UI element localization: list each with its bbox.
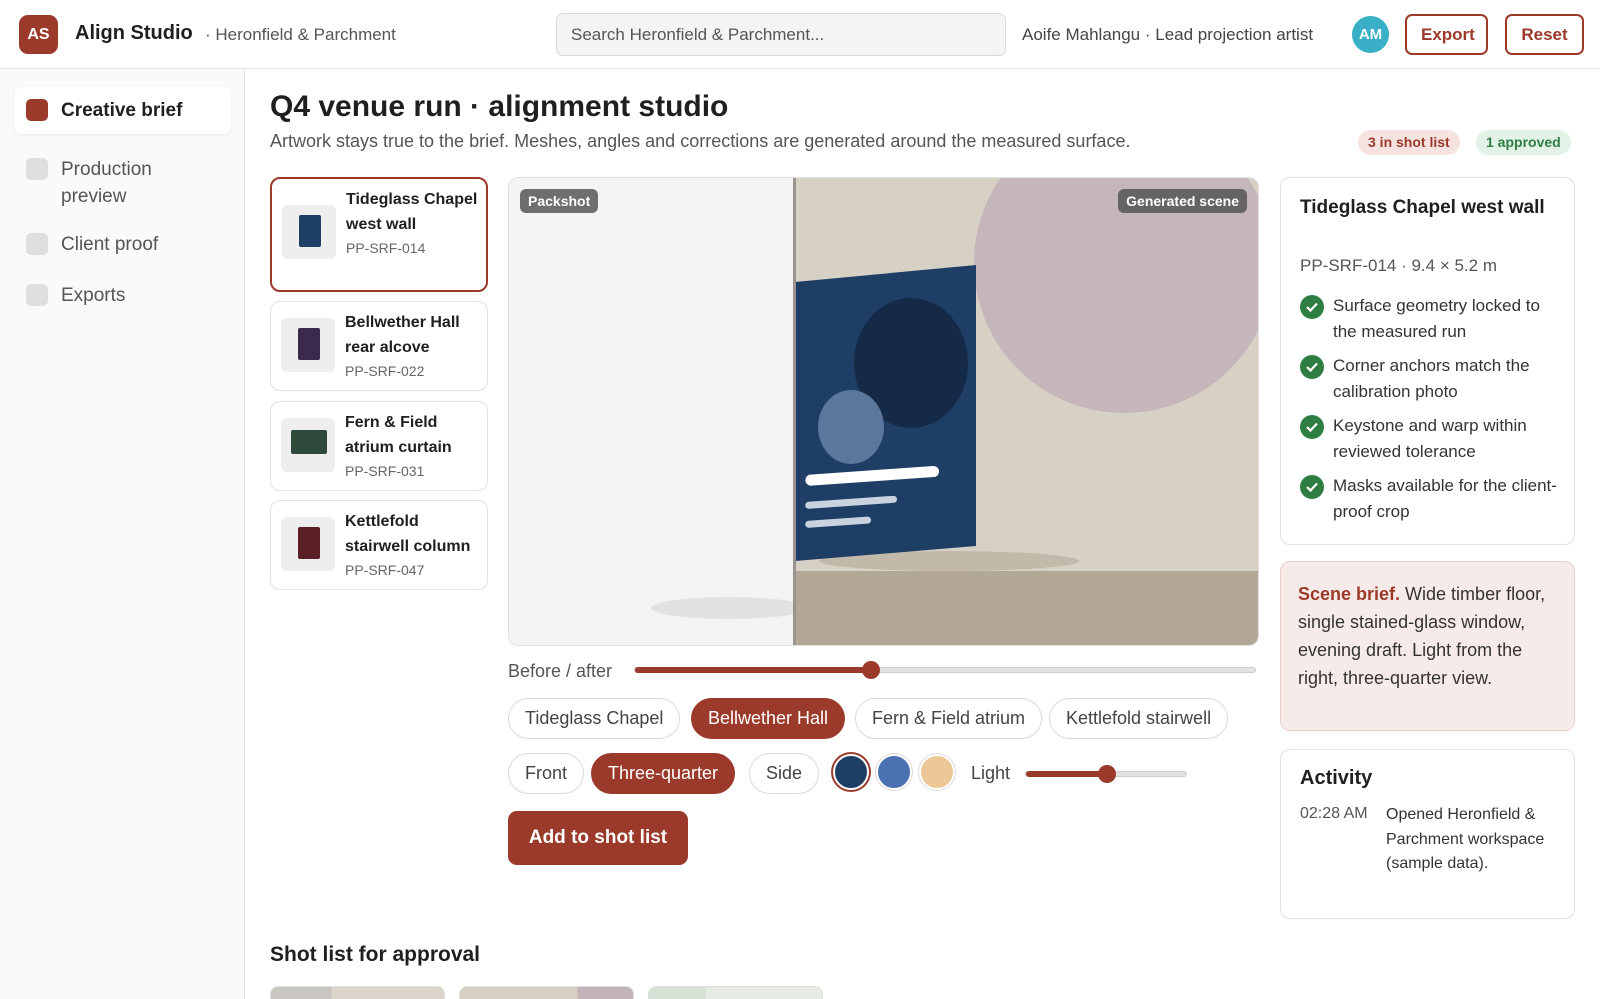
nav-marker-icon bbox=[26, 233, 48, 255]
before-after-divider[interactable] bbox=[793, 178, 796, 645]
preview-stage[interactable]: Packshot Generated scene bbox=[508, 177, 1259, 646]
details-meta: PP-SRF-014 · 9.4 × 5.2 m bbox=[1300, 256, 1497, 275]
banner-thumb-icon bbox=[281, 418, 335, 472]
sidebar-item-creative-brief[interactable]: Creative brief bbox=[14, 87, 231, 134]
before-after-slider[interactable] bbox=[634, 661, 1256, 679]
angle-pill-side[interactable]: Side bbox=[749, 753, 820, 794]
reset-button[interactable]: Reset bbox=[1505, 14, 1584, 55]
activity-panel: Activity 02:28 AM Opened Heronfield & Pa… bbox=[1280, 749, 1575, 919]
check-text: Masks available for the client-proof cro… bbox=[1333, 476, 1557, 521]
sidebar-item-label: Production preview bbox=[61, 159, 152, 207]
page-title: Q4 venue run · alignment studio bbox=[270, 90, 729, 123]
sidebar-item-client-proof[interactable]: Client proof bbox=[14, 221, 231, 268]
scene-brief: Scene brief. Wide timber floor, single s… bbox=[1280, 561, 1575, 731]
activity-time: 02:28 AM bbox=[1300, 805, 1368, 822]
slider-handle[interactable] bbox=[862, 661, 881, 679]
check-circle-icon bbox=[1300, 295, 1324, 319]
check-item: Surface geometry locked to the measured … bbox=[1300, 293, 1562, 345]
generated-scene-tag: Generated scene bbox=[1118, 189, 1247, 213]
surface-card-fern-field[interactable]: Fern & Field atrium curtain PP-SRF-031 bbox=[270, 401, 488, 491]
page-subtitle: Artwork stays true to the brief. Meshes,… bbox=[270, 131, 1131, 151]
light-label: Light bbox=[971, 763, 1011, 783]
color-swatch-blue[interactable] bbox=[876, 754, 912, 790]
angle-pill-three-quarter[interactable]: Three-quarter bbox=[591, 753, 736, 794]
thumb-art bbox=[299, 215, 321, 247]
sidebar-item-label: Creative brief bbox=[61, 100, 183, 121]
surface-card-tideglass[interactable]: Tideglass Chapel west wall PP-SRF-014 bbox=[270, 177, 488, 292]
surface-card-kettlefold[interactable]: Kettlefold stairwell column PP-SRF-047 bbox=[270, 500, 488, 590]
activity-title: Activity bbox=[1300, 767, 1373, 789]
surface-code: PP-SRF-022 bbox=[345, 363, 425, 379]
nav-marker-icon bbox=[26, 99, 48, 121]
scene-illustration bbox=[509, 178, 1258, 645]
avatar[interactable]: AM bbox=[1352, 16, 1389, 53]
slider-handle[interactable] bbox=[1098, 765, 1116, 783]
check-text: Surface geometry locked to the measured … bbox=[1333, 296, 1540, 341]
venue-pill-fern-field[interactable]: Fern & Field atrium bbox=[855, 698, 1043, 739]
angle-pill-front[interactable]: Front bbox=[508, 753, 585, 794]
slider-fill bbox=[635, 667, 872, 673]
surface-name: Tideglass Chapel west wall bbox=[346, 191, 478, 233]
shot-list-count-badge: 3 in shot list bbox=[1358, 130, 1460, 155]
thumb-art bbox=[291, 430, 327, 454]
surface-code: PP-SRF-031 bbox=[345, 463, 425, 479]
light-slider[interactable] bbox=[1025, 765, 1187, 783]
check-text: Keystone and warp within reviewed tolera… bbox=[1333, 416, 1527, 461]
shot-list-title: Shot list for approval bbox=[270, 943, 481, 966]
sidebar-item-label: Client proof bbox=[61, 234, 159, 255]
top-bar: AS Align Studio · Heronfield & Parchment… bbox=[0, 0, 1600, 69]
venue-pill-kettlefold[interactable]: Kettlefold stairwell bbox=[1049, 698, 1229, 739]
user-info: Aoife Mahlangu · Lead projection artist bbox=[1022, 25, 1314, 44]
venue-pill-bellwether[interactable]: Bellwether Hall bbox=[691, 698, 846, 739]
thumb-art bbox=[298, 527, 320, 559]
check-circle-icon bbox=[1300, 475, 1324, 499]
card-text: Tideglass Chapel west wall PP-SRF-014 bbox=[346, 187, 484, 256]
sidebar-item-production-preview[interactable]: Production preview bbox=[14, 146, 231, 220]
details-title: Tideglass Chapel west wall bbox=[1300, 197, 1545, 218]
check-circle-icon bbox=[1300, 355, 1324, 379]
poster-thumb-icon bbox=[281, 318, 335, 372]
check-circle-icon bbox=[1300, 415, 1324, 439]
before-after-label: Before / after bbox=[508, 661, 613, 681]
approved-count-badge: 1 approved bbox=[1476, 130, 1571, 155]
check-item: Corner anchors match the calibration pho… bbox=[1300, 353, 1562, 405]
app-logo: AS bbox=[19, 15, 58, 54]
check-item: Masks available for the client-proof cro… bbox=[1300, 473, 1562, 525]
surface-name: Bellwether Hall rear alcove bbox=[345, 314, 460, 356]
sidebar-item-label: Exports bbox=[61, 285, 126, 306]
shot-thumb[interactable] bbox=[648, 986, 823, 999]
shot-thumb[interactable] bbox=[270, 986, 445, 999]
color-swatch-navy[interactable] bbox=[833, 754, 869, 790]
export-button[interactable]: Export bbox=[1405, 14, 1488, 55]
nav-marker-icon bbox=[26, 284, 48, 306]
scene-brief-lead: Scene brief. bbox=[1298, 584, 1401, 604]
add-to-shot-list-button[interactable]: Add to shot list bbox=[508, 811, 688, 865]
card-text: Fern & Field atrium curtain PP-SRF-031 bbox=[345, 410, 483, 479]
poster-thumb-icon bbox=[281, 517, 335, 571]
surface-name: Kettlefold stairwell column bbox=[345, 513, 471, 555]
color-swatch-sand[interactable] bbox=[919, 754, 955, 790]
card-text: Kettlefold stairwell column PP-SRF-047 bbox=[345, 509, 483, 578]
activity-text: Opened Heronfield & Parchment workspace … bbox=[1386, 806, 1545, 872]
search-input[interactable] bbox=[556, 13, 1006, 56]
surface-code: PP-SRF-014 bbox=[346, 240, 426, 256]
check-item: Keystone and warp within reviewed tolera… bbox=[1300, 413, 1562, 465]
check-text: Corner anchors match the calibration pho… bbox=[1333, 356, 1530, 401]
venue-pill-tideglass[interactable]: Tideglass Chapel bbox=[508, 698, 681, 739]
poster-thumb-icon bbox=[282, 205, 336, 259]
sidebar: Creative brief Production preview Client… bbox=[0, 69, 245, 999]
card-text: Bellwether Hall rear alcove PP-SRF-022 bbox=[345, 310, 483, 379]
sidebar-item-exports[interactable]: Exports bbox=[14, 272, 231, 319]
shot-thumb[interactable] bbox=[459, 986, 634, 999]
packshot-tag: Packshot bbox=[520, 189, 599, 213]
surface-card-bellwether[interactable]: Bellwether Hall rear alcove PP-SRF-022 bbox=[270, 301, 488, 391]
nav-marker-icon bbox=[26, 158, 48, 180]
surface-details-panel: Tideglass Chapel west wall PP-SRF-014 · … bbox=[1280, 177, 1575, 545]
thumb-art bbox=[298, 328, 320, 360]
app-title: Align Studio bbox=[75, 22, 193, 44]
surface-name: Fern & Field atrium curtain bbox=[345, 414, 452, 456]
surface-code: PP-SRF-047 bbox=[345, 562, 425, 578]
workspace-name: · Heronfield & Parchment bbox=[205, 25, 396, 44]
slider-fill bbox=[1026, 771, 1107, 777]
